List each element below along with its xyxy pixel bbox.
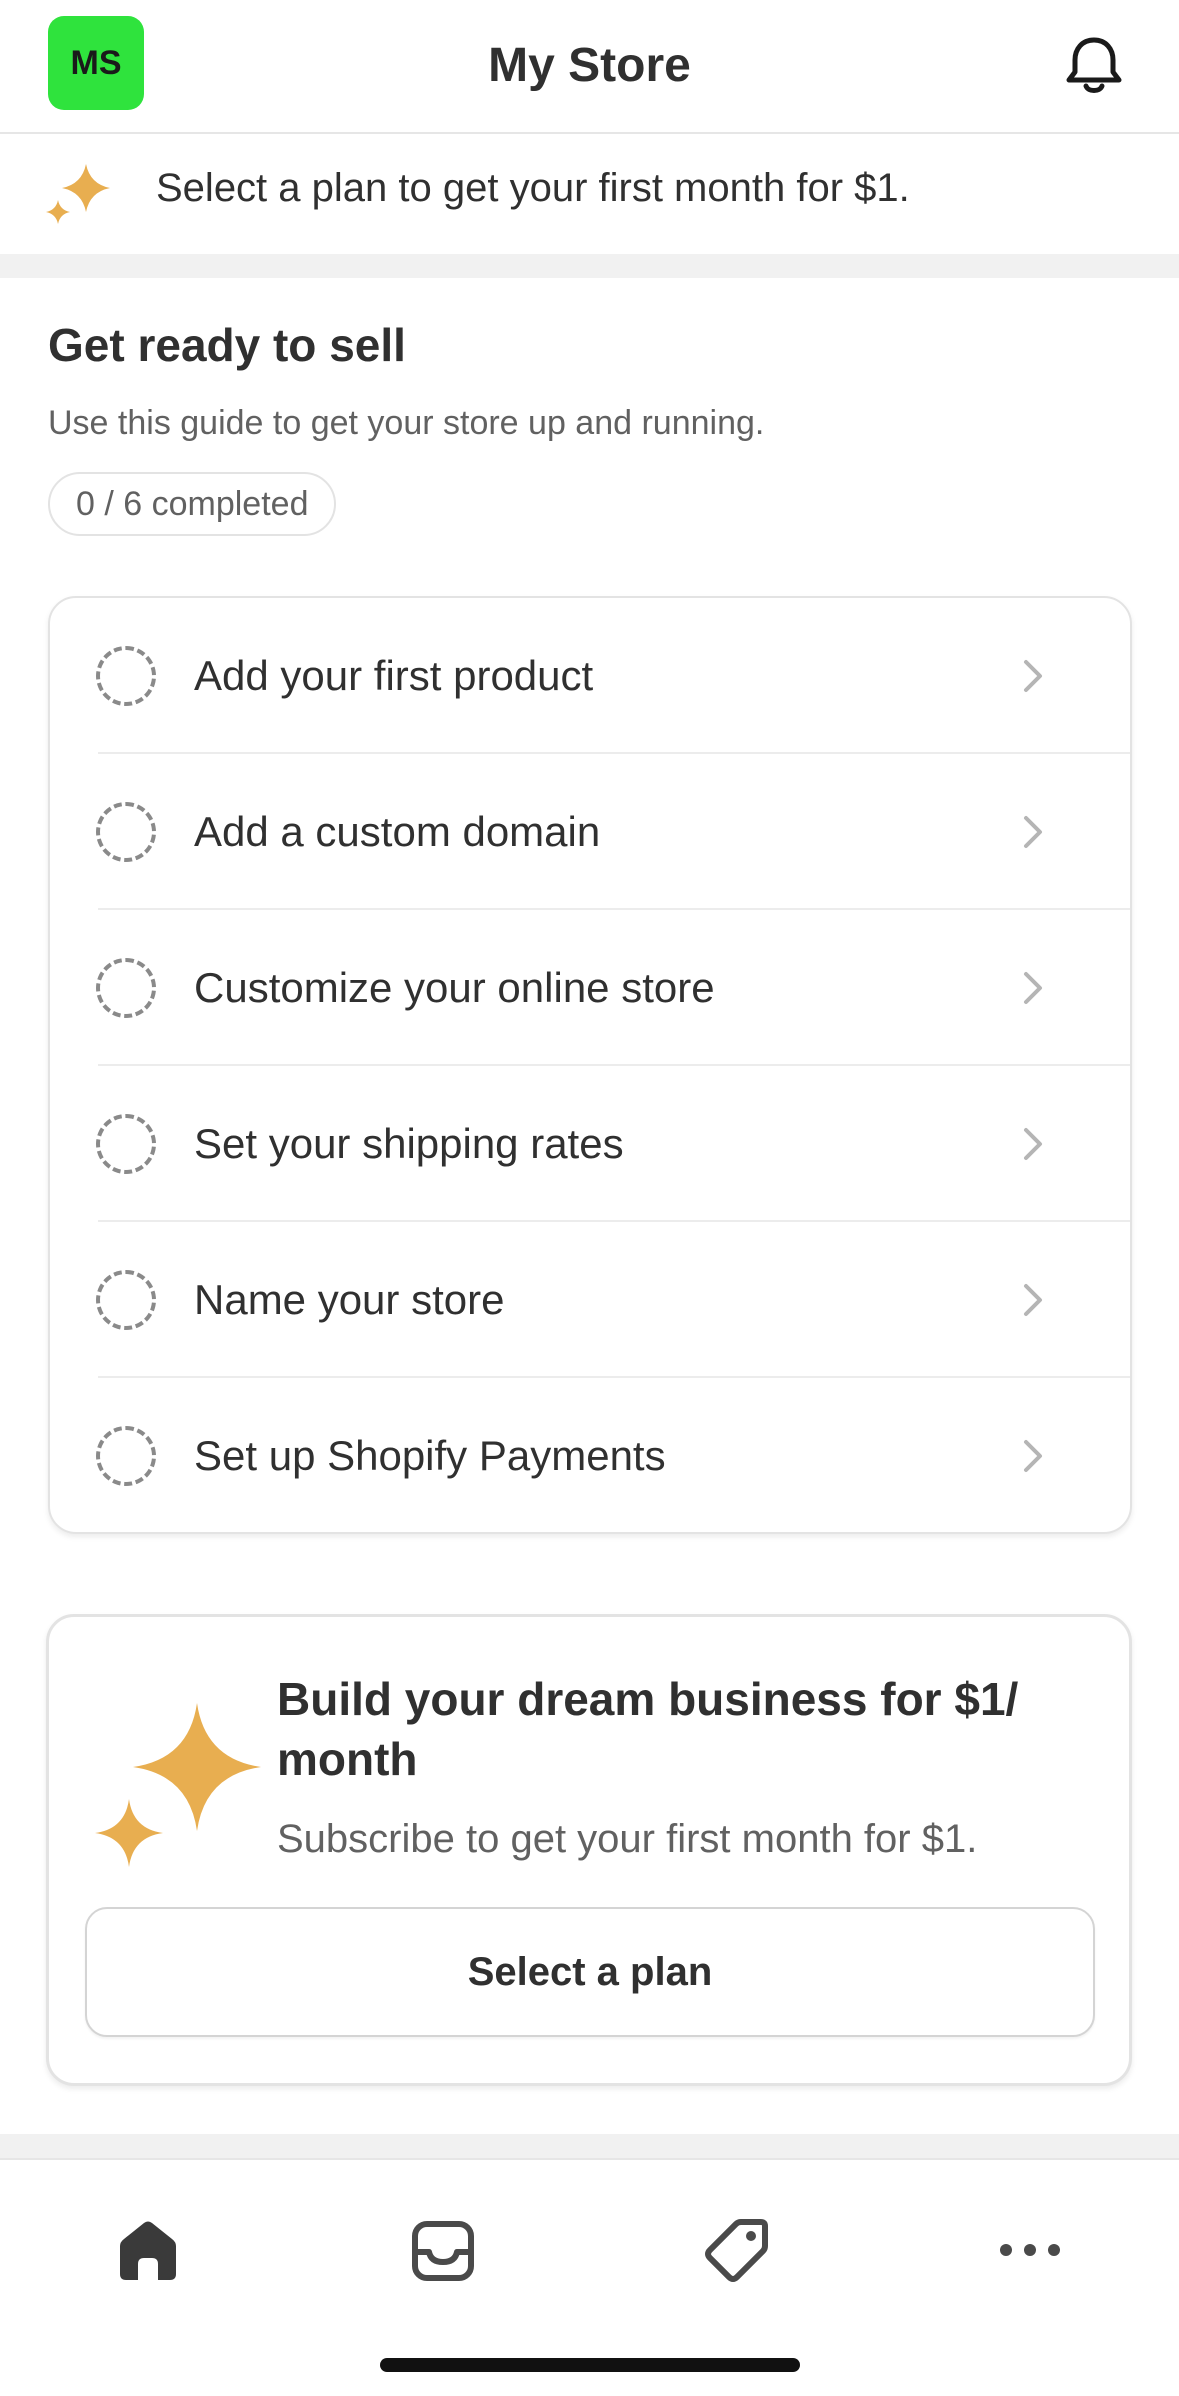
chevron-right-icon bbox=[1024, 1284, 1042, 1316]
bottom-tab-bar bbox=[0, 2158, 1179, 2396]
bell-icon[interactable] bbox=[1063, 34, 1125, 98]
task-label: Name your store bbox=[194, 1276, 505, 1323]
task-item-add-product[interactable]: Add your first product bbox=[50, 598, 1130, 754]
plan-card-subtitle: Subscribe to get your first month for $1… bbox=[277, 1817, 978, 1861]
more-icon bbox=[1000, 2244, 1060, 2256]
tab-more[interactable] bbox=[990, 2210, 1070, 2290]
tab-products[interactable] bbox=[697, 2210, 777, 2290]
page-title: My Store bbox=[488, 39, 691, 92]
promo-banner[interactable]: Select a plan to get your first month fo… bbox=[0, 136, 1179, 254]
chevron-right-icon bbox=[1024, 1440, 1042, 1472]
home-icon bbox=[120, 2221, 176, 2280]
chevron-right-icon bbox=[1024, 660, 1042, 692]
incomplete-circle-icon bbox=[96, 802, 156, 862]
task-label: Add a custom domain bbox=[194, 808, 601, 855]
task-label: Customize your online store bbox=[194, 964, 715, 1011]
chevron-right-icon bbox=[1024, 816, 1042, 848]
app-screen: MS My Store Select a plan to get your fi… bbox=[0, 0, 1179, 2396]
plan-promo-card: Build your dream business for $1/ month … bbox=[46, 1614, 1132, 2086]
task-label: Set up Shopify Payments bbox=[194, 1432, 666, 1479]
progress-badge: 0 / 6 completed bbox=[48, 472, 337, 536]
chevron-right-icon bbox=[1024, 1128, 1042, 1160]
incomplete-circle-icon bbox=[96, 958, 156, 1018]
orders-inbox-icon bbox=[412, 2221, 474, 2281]
task-item-shipping-rates[interactable]: Set your shipping rates bbox=[50, 1066, 1130, 1222]
incomplete-circle-icon bbox=[96, 1270, 156, 1330]
task-item-custom-domain[interactable]: Add a custom domain bbox=[50, 754, 1130, 910]
incomplete-circle-icon bbox=[96, 1426, 156, 1486]
home-indicator[interactable] bbox=[380, 2358, 800, 2372]
section-separator bbox=[0, 254, 1179, 278]
promo-text: Select a plan to get your first month fo… bbox=[156, 166, 910, 210]
incomplete-circle-icon bbox=[96, 1114, 156, 1174]
section-separator bbox=[0, 2134, 1179, 2158]
chevron-right-icon bbox=[1024, 972, 1042, 1004]
setup-guide-title: Get ready to sell bbox=[48, 319, 406, 371]
task-label: Set your shipping rates bbox=[194, 1120, 624, 1167]
incomplete-circle-icon bbox=[96, 646, 156, 706]
setup-guide-subtitle: Use this guide to get your store up and … bbox=[48, 404, 765, 442]
task-item-name-store[interactable]: Name your store bbox=[50, 1222, 1130, 1378]
products-tag-icon bbox=[705, 2219, 768, 2282]
plan-card-title: Build your dream business for $1/ month bbox=[277, 1673, 1019, 1785]
task-label: Add your first product bbox=[194, 652, 594, 699]
tab-orders[interactable] bbox=[403, 2210, 483, 2290]
tab-home[interactable] bbox=[108, 2210, 188, 2290]
sparkle-icon bbox=[95, 1703, 261, 1867]
sparkle-icon bbox=[46, 164, 110, 224]
task-item-shopify-payments[interactable]: Set up Shopify Payments bbox=[50, 1378, 1130, 1532]
top-bar: MS My Store bbox=[0, 0, 1179, 134]
select-plan-button[interactable]: Select a plan bbox=[85, 1907, 1095, 2037]
task-item-customize-store[interactable]: Customize your online store bbox=[50, 910, 1130, 1066]
setup-task-list: Add your first product Add a custom doma… bbox=[48, 596, 1132, 1534]
